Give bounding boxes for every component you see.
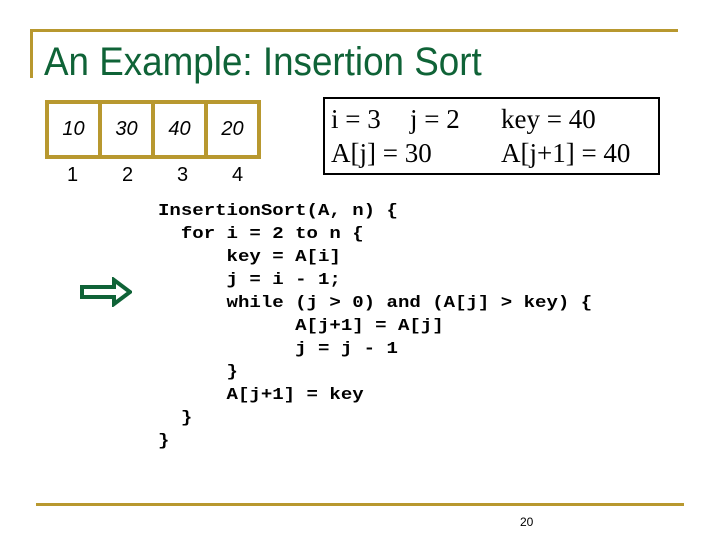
array-cell: 10 [45,100,102,159]
code-line: } [158,409,193,428]
code-line: j = j - 1 [158,340,398,359]
code-line: } [158,432,170,451]
array-index: 1 [66,164,79,186]
state-j: j = 2 [410,104,460,134]
pseudocode-block: InsertionSort(A, n) { for i = 2 to n { k… [158,200,592,453]
state-key: key = 40 [501,104,596,134]
code-line: j = i - 1; [158,271,341,290]
code-line: A[j+1] = A[j] [158,317,444,336]
code-line: while (j > 0) and (A[j] > key) { [158,294,593,313]
array-cell: 20 [204,100,261,159]
variable-state-box: i = 3 j = 2 key = 40 A[j] = 30 A[j+1] = … [323,97,660,175]
array-cell: 30 [98,100,155,159]
array-index-row: 1 2 3 4 [45,163,265,187]
code-line: A[j+1] = key [158,386,364,405]
code-line: } [158,363,238,382]
bottom-rule [36,503,684,506]
array-table: 10 30 40 20 [45,100,261,159]
left-rule [30,29,33,78]
top-rule [30,29,678,32]
state-a-j: A[j] = 30 [331,138,432,168]
array-values-row: 10 30 40 20 [45,100,261,159]
array-index: 4 [231,164,244,186]
code-line: key = A[i] [158,248,341,267]
page-number: 20 [520,515,534,529]
code-line: InsertionSort(A, n) { [158,202,398,221]
code-line: for i = 2 to n { [158,225,364,244]
array-index: 2 [121,164,134,186]
right-arrow-icon [80,277,132,307]
array-index: 3 [176,164,189,186]
slide-title: An Example: Insertion Sort [44,40,482,84]
state-i: i = 3 [331,104,381,134]
array-cell: 40 [151,100,208,159]
state-a-j-plus-1: A[j+1] = 40 [501,138,631,168]
